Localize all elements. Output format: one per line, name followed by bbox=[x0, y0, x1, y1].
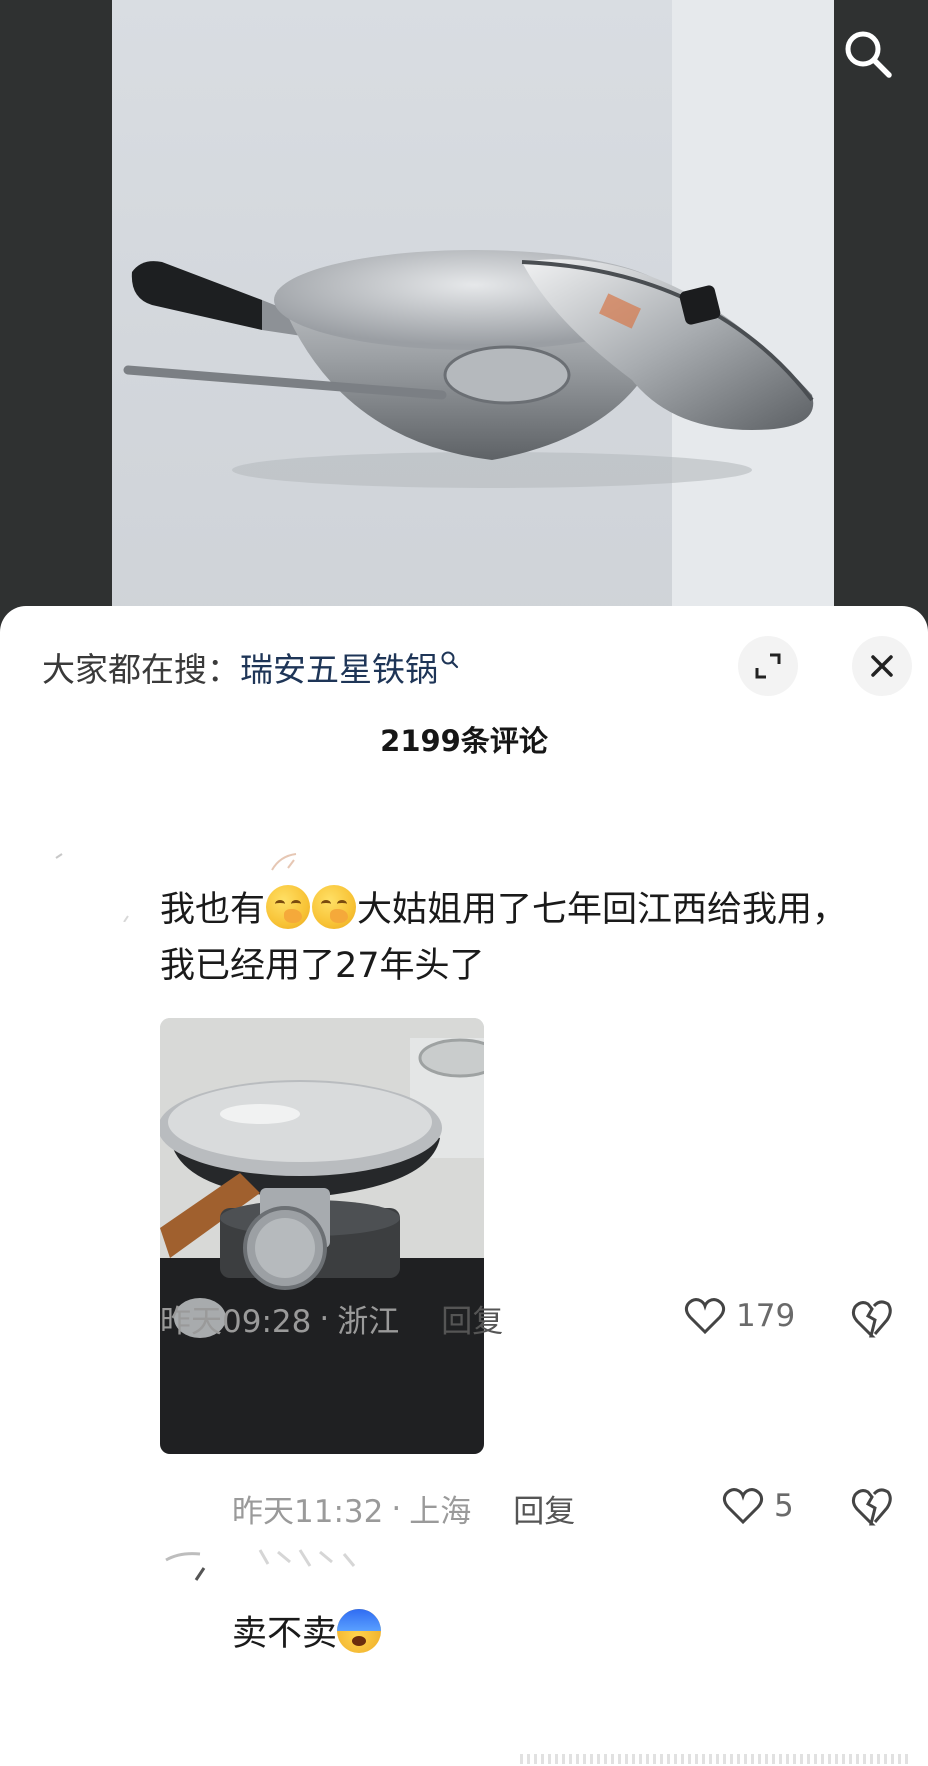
like-button[interactable]: 5 bbox=[722, 1486, 794, 1526]
heart-icon bbox=[684, 1298, 726, 1335]
comment-text: 卖不卖 bbox=[232, 1606, 382, 1662]
reply-button[interactable]: 回复 bbox=[441, 1296, 503, 1341]
comment-meta: 昨天11:32 · 上海 回复 bbox=[232, 1486, 575, 1531]
heart-icon bbox=[722, 1488, 764, 1525]
hot-search-bar: 大家都在搜： 瑞安五星铁锅 bbox=[42, 642, 460, 692]
comment-text-part: 我也有 bbox=[160, 890, 266, 930]
expand-icon bbox=[755, 653, 781, 679]
comment-time: 昨天09:28 bbox=[160, 1304, 312, 1340]
reply-button[interactable]: 回复 bbox=[513, 1486, 575, 1531]
avatar[interactable] bbox=[52, 832, 142, 922]
search-icon bbox=[845, 31, 892, 78]
post-media bbox=[0, 0, 928, 640]
comment-meta: 昨天09:28 · 浙江 回复 bbox=[160, 1296, 503, 1341]
close-button[interactable] bbox=[852, 636, 912, 696]
scream-emoji bbox=[337, 1609, 382, 1653]
comment-location: 浙江 bbox=[337, 1304, 400, 1340]
wok-product-photo[interactable] bbox=[112, 0, 834, 640]
username-fragment[interactable] bbox=[270, 850, 300, 874]
search-icon[interactable] bbox=[440, 650, 460, 670]
comment-text: 我也有 大姑姐用了七年回江西给我用，我已经用了27年头了 bbox=[160, 882, 880, 994]
comment-image[interactable] bbox=[160, 1018, 484, 1454]
meta-separator: · bbox=[319, 1300, 330, 1337]
home-indicator bbox=[520, 1754, 908, 1764]
hot-search-label: 大家都在搜： bbox=[42, 650, 240, 689]
comment-location: 上海 bbox=[409, 1494, 472, 1530]
hot-search-term[interactable]: 瑞安五星铁锅 bbox=[240, 643, 438, 691]
hand-over-mouth-emoji bbox=[312, 885, 357, 929]
like-button[interactable]: 179 bbox=[684, 1296, 795, 1336]
like-count: 5 bbox=[774, 1488, 794, 1524]
meta-separator: · bbox=[391, 1490, 402, 1527]
close-icon bbox=[871, 655, 893, 677]
comment-sheet: 大家都在搜： 瑞安五星铁锅 2199条评论 我也有 大姑姐用了七年回江西给我用，我… bbox=[0, 606, 928, 1766]
media-search-button[interactable] bbox=[836, 22, 900, 86]
wok-illustration bbox=[123, 0, 834, 640]
comment-time: 昨天11:32 bbox=[232, 1494, 384, 1530]
like-count: 179 bbox=[736, 1298, 796, 1334]
broken-heart-icon[interactable] bbox=[850, 1296, 894, 1340]
comment-text-part: 卖不卖 bbox=[232, 1614, 338, 1654]
avatar[interactable] bbox=[160, 1540, 420, 1610]
hand-over-mouth-emoji bbox=[266, 885, 311, 929]
broken-heart-icon[interactable] bbox=[850, 1484, 894, 1528]
expand-button[interactable] bbox=[738, 636, 798, 696]
wok-on-stove-photo bbox=[160, 1018, 484, 1454]
comment-count: 2199条评论 bbox=[380, 724, 548, 758]
